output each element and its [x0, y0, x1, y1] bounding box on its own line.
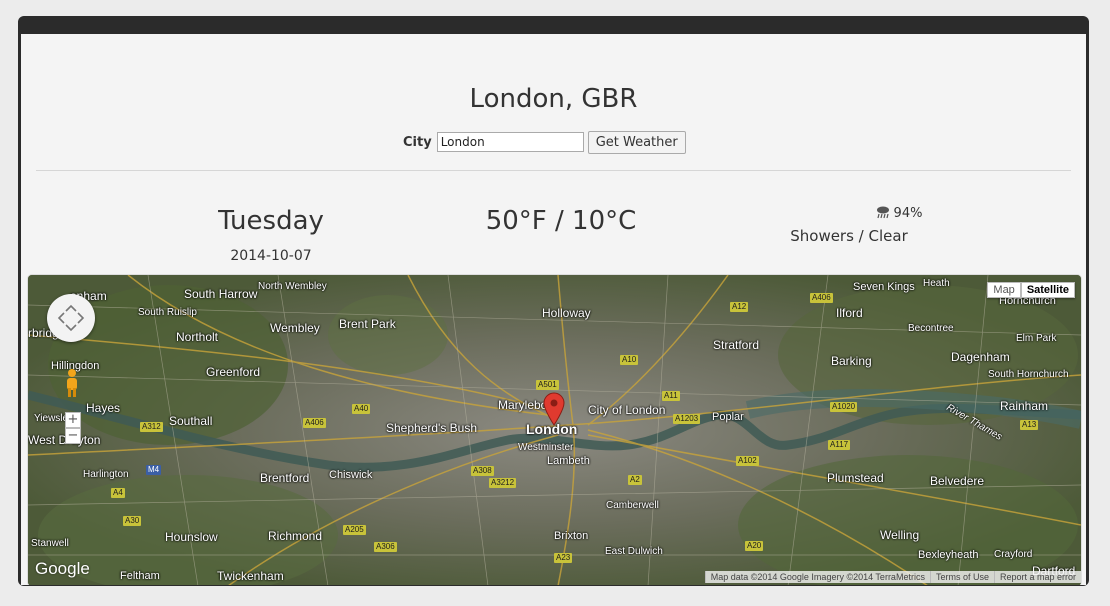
precipitation-value: 94% — [893, 206, 923, 221]
map-type-satellite-button[interactable]: Satellite — [1020, 282, 1075, 298]
place-label: Ilford — [836, 306, 863, 320]
place-label: Stratford — [713, 338, 760, 352]
place-label: Shepherd's Bush — [386, 421, 478, 435]
map-attribution: Map data ©2014 Google Imagery ©2014 Terr… — [704, 571, 1081, 583]
place-label: Brentford — [260, 471, 310, 485]
place-label: Barking — [831, 354, 872, 368]
place-label: Westminster — [518, 442, 574, 453]
road-label: M4 — [146, 465, 162, 475]
road-label: A4 — [111, 488, 125, 498]
report-map-error-link[interactable]: Report a map error — [993, 571, 1081, 583]
city-input[interactable] — [436, 132, 584, 152]
place-label: Plumstead — [827, 471, 884, 485]
road-label: A30 — [123, 516, 142, 526]
place-label: Bexleyheath — [918, 549, 979, 561]
forecast-conditions: Showers / Clear — [790, 227, 908, 245]
road-label: A11 — [662, 391, 680, 401]
road-label: A117 — [828, 440, 851, 450]
place-label: Dagenham — [951, 350, 1010, 364]
forecast-date: 2014-10-07 — [230, 248, 312, 264]
location-marker-icon[interactable] — [543, 392, 565, 426]
browser-frame: London, GBR City Get Weather Tuesday 201… — [18, 16, 1089, 586]
map-type-control: Map Satellite — [987, 282, 1075, 298]
place-label: South Hornchurch — [988, 369, 1069, 380]
road-label: A12 — [730, 302, 749, 312]
road-label: A205 — [343, 525, 366, 535]
city-search-form: City Get Weather — [403, 130, 686, 154]
place-label: Brixton — [554, 530, 589, 542]
road-label: A501 — [536, 380, 559, 390]
place-label: Feltham — [120, 570, 160, 582]
place-label: Belvedere — [930, 474, 985, 488]
road-label: A2 — [628, 475, 642, 485]
place-label: Lambeth — [547, 455, 590, 467]
get-weather-button[interactable]: Get Weather — [587, 130, 686, 154]
road-label: A312 — [140, 422, 163, 432]
precipitation: 94% — [799, 205, 999, 223]
place-label: East Dulwich — [605, 546, 663, 557]
place-label: Hayes — [86, 401, 121, 415]
road-label: A10 — [620, 355, 639, 365]
city-label: City — [403, 134, 432, 150]
place-label: Wembley — [270, 321, 320, 335]
place-label: Camberwell — [606, 500, 659, 511]
place-label: Northolt — [176, 330, 219, 344]
road-label: A40 — [352, 404, 371, 414]
zoom-in-button[interactable]: + — [65, 412, 81, 428]
page-title: London, GBR — [469, 84, 638, 114]
google-logo: Google — [35, 559, 90, 578]
forecast-day: Tuesday — [218, 206, 324, 236]
rain-cloud-icon — [876, 205, 890, 223]
road-label: A102 — [736, 456, 759, 466]
pegman-icon[interactable] — [65, 368, 79, 398]
place-label: Rainham — [1000, 399, 1049, 413]
place-label: North Wembley — [258, 281, 327, 292]
place-label: Becontree — [908, 323, 954, 334]
place-label: Poplar — [712, 411, 744, 423]
road-label: A406 — [303, 418, 326, 428]
road-label: A1203 — [673, 414, 701, 424]
divider — [36, 170, 1071, 171]
place-label: Crayford — [994, 549, 1033, 560]
road-label: A3212 — [489, 478, 517, 488]
page-content: London, GBR City Get Weather Tuesday 201… — [21, 34, 1086, 585]
place-label: Hounslow — [165, 530, 218, 544]
pan-arrows-icon — [57, 304, 85, 332]
place-label: South Ruislip — [138, 307, 197, 318]
road-label: A406 — [810, 293, 833, 303]
place-label: South Harrow — [184, 287, 258, 301]
road-label: A308 — [471, 466, 494, 476]
place-label: Twickenham — [217, 569, 284, 583]
road-label: A1020 — [830, 402, 858, 412]
place-label: Heath — [923, 278, 950, 289]
place-label: Welling — [880, 528, 920, 542]
place-label: City of London — [588, 403, 666, 417]
zoom-out-button[interactable]: − — [65, 428, 81, 444]
map-data-credit: Map data ©2014 Google Imagery ©2014 Terr… — [704, 571, 930, 583]
place-label: Seven Kings — [853, 281, 915, 293]
place-label: Harlington — [83, 469, 129, 480]
satellite-map[interactable]: enham South Harrow North Wembley South R… — [27, 274, 1082, 585]
place-label: Holloway — [542, 306, 591, 320]
place-label: Brent Park — [339, 317, 396, 331]
place-label: Elm Park — [1016, 333, 1057, 344]
map-type-map-button[interactable]: Map — [987, 282, 1021, 298]
road-label: A13 — [1020, 420, 1039, 430]
road-label: A23 — [554, 553, 573, 563]
pan-control[interactable] — [47, 294, 95, 342]
place-label: Stanwell — [31, 538, 69, 549]
terms-of-use-link[interactable]: Terms of Use — [929, 571, 994, 583]
road-label: A306 — [374, 542, 397, 552]
place-label: Greenford — [206, 365, 261, 379]
place-label: Chiswick — [329, 469, 373, 481]
place-label: Southall — [169, 414, 213, 428]
place-label: Richmond — [268, 529, 323, 543]
forecast-temperature: 50°F / 10°C — [485, 206, 637, 236]
road-label: A20 — [745, 541, 764, 551]
